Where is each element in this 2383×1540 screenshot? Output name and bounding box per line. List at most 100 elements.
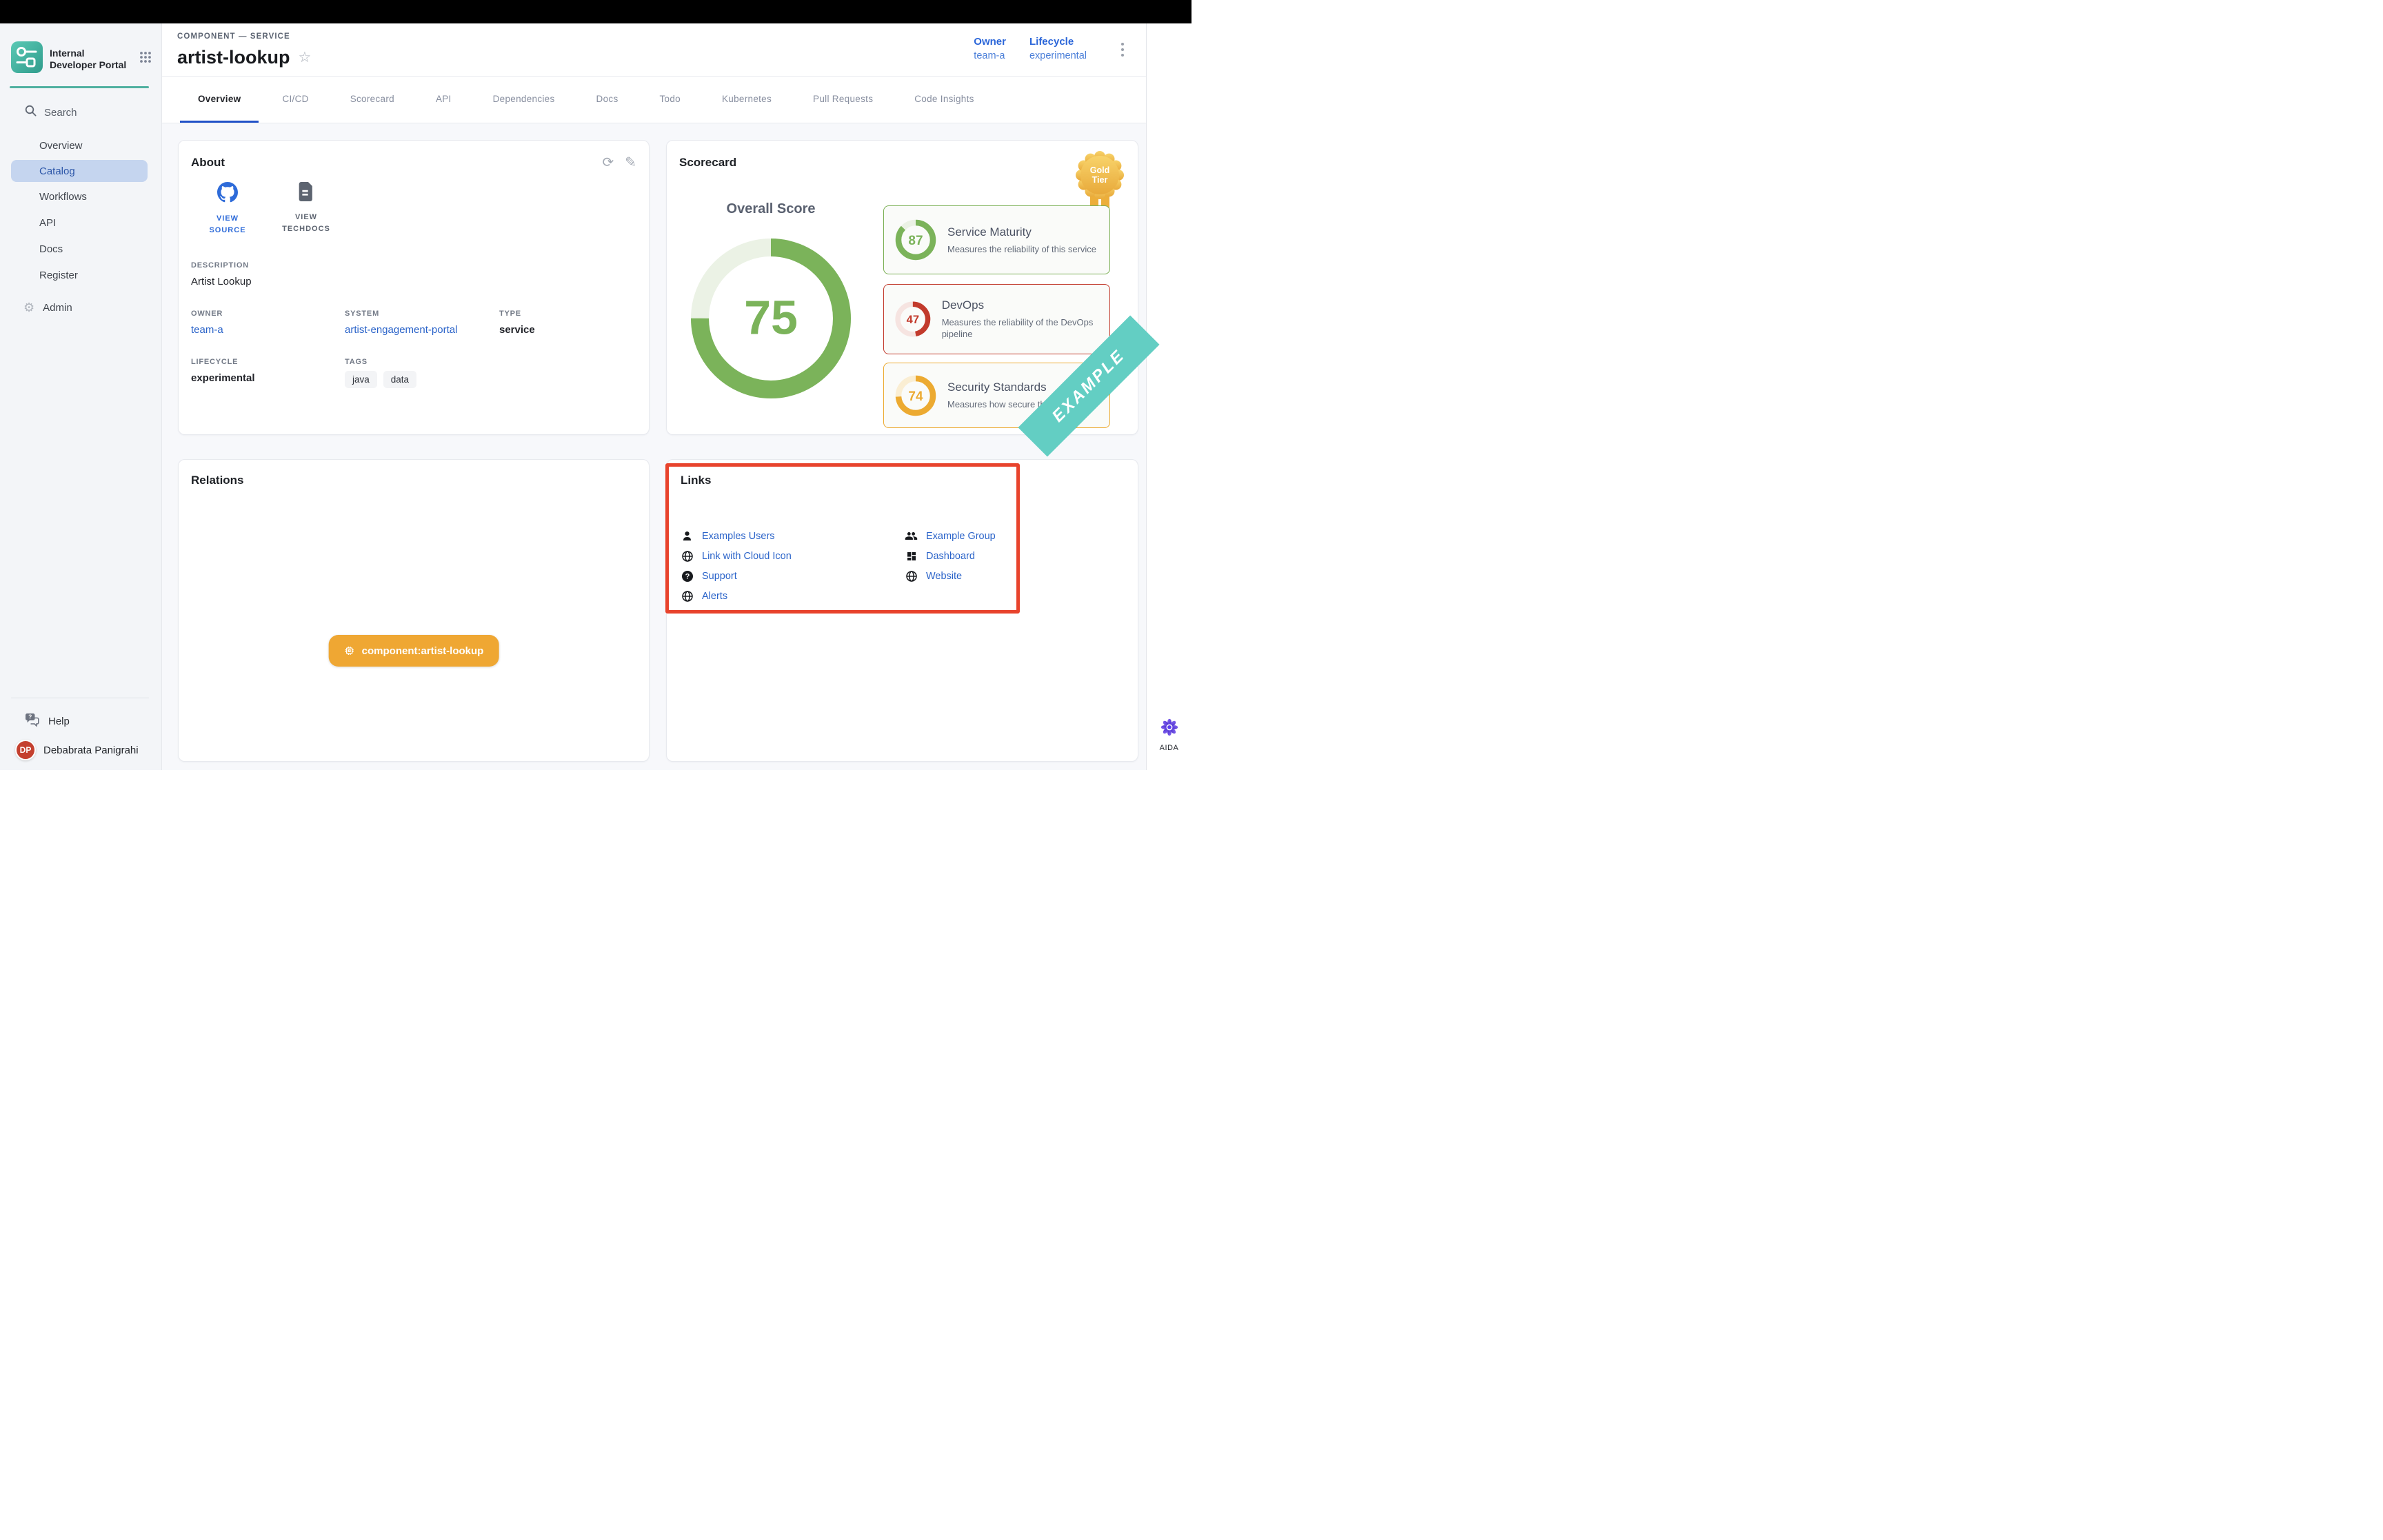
overview-content: About ⟳ ✎ VIEW	[162, 123, 1146, 770]
admin-label: Admin	[43, 302, 72, 314]
metric-donut: 87	[894, 218, 938, 262]
links-column-1: Examples Users Link with Cloud Icon	[681, 526, 905, 606]
sidebar-item-docs[interactable]: Docs	[0, 236, 161, 262]
tab-docs[interactable]: Docs	[579, 77, 636, 123]
document-icon	[298, 192, 314, 204]
owner-value[interactable]: team-a	[974, 50, 1006, 61]
sidebar-item-overview[interactable]: Overview	[0, 132, 161, 159]
about-title: About	[191, 156, 225, 170]
svg-text:Gold: Gold	[1090, 165, 1109, 175]
owner-label: Owner	[974, 36, 1006, 48]
help-chat-icon: ?	[25, 713, 40, 730]
help-circle-icon: ?	[681, 570, 694, 582]
search-icon	[25, 105, 37, 120]
sidebar: Internal Developer Portal Search Overvie…	[0, 23, 162, 770]
window-top-bar	[0, 0, 1192, 23]
edit-pencil-icon[interactable]: ✎	[625, 156, 636, 170]
breadcrumb: COMPONENT — SERVICE	[177, 32, 290, 41]
sidebar-item-api[interactable]: API	[0, 210, 161, 236]
overall-score-gauge: 75	[688, 236, 854, 405]
tab-kubernetes[interactable]: Kubernetes	[704, 77, 790, 123]
metric-donut: 47	[894, 297, 932, 341]
tab-overview[interactable]: Overview	[180, 77, 259, 123]
tags-field: TAGS java data	[345, 358, 499, 388]
owner-link[interactable]: team-a	[191, 324, 345, 336]
tab-scorecard[interactable]: Scorecard	[332, 77, 412, 123]
globe-icon	[905, 570, 918, 582]
tag-chip[interactable]: java	[345, 371, 377, 388]
svg-text:87: 87	[908, 234, 923, 248]
link-support[interactable]: ? Support	[681, 566, 905, 586]
tab-code-insights[interactable]: Code Insights	[896, 77, 992, 123]
sidebar-item-label: API	[39, 217, 56, 229]
view-techdocs-link[interactable]: VIEW TECHDOCS	[276, 182, 336, 236]
description-value: Artist Lookup	[191, 276, 636, 287]
sidebar-accent-divider	[10, 86, 149, 88]
sidebar-item-workflows[interactable]: Workflows	[0, 183, 161, 210]
relations-card: Relations component:artist-lookup	[178, 459, 650, 762]
system-link[interactable]: artist-engagement-portal	[345, 324, 499, 336]
overall-score-value: 75	[744, 290, 798, 344]
tab-cicd[interactable]: CI/CD	[264, 77, 326, 123]
page-title: artist-lookup	[177, 47, 290, 68]
overall-score-label: Overall Score	[667, 201, 875, 217]
relations-entity-chip[interactable]: component:artist-lookup	[329, 635, 499, 667]
svg-text:?: ?	[685, 572, 690, 580]
link-alerts[interactable]: Alerts	[681, 586, 905, 606]
tab-todo[interactable]: Todo	[642, 77, 698, 123]
tab-api[interactable]: API	[418, 77, 470, 123]
sidebar-item-catalog[interactable]: Catalog	[11, 160, 148, 182]
sidebar-search[interactable]: Search	[25, 105, 161, 120]
user-menu[interactable]: DP Debabrata Panigrahi	[15, 740, 139, 760]
entity-header: COMPONENT — SERVICE artist-lookup ☆ Owne…	[162, 23, 1146, 77]
aida-widget[interactable]: AIDA	[1147, 718, 1192, 752]
description-label: DESCRIPTION	[191, 261, 636, 270]
favorite-star-icon[interactable]: ☆	[299, 49, 312, 66]
aida-label: AIDA	[1147, 744, 1192, 752]
tag-chip[interactable]: data	[383, 371, 416, 388]
link-website[interactable]: Website	[905, 566, 1138, 586]
scorecard-title: Scorecard	[679, 156, 736, 169]
svg-text:74: 74	[908, 389, 923, 404]
metric-devops[interactable]: 47 DevOps Measures the reliability of th…	[883, 284, 1110, 354]
sidebar-item-register[interactable]: Register	[0, 262, 161, 288]
sidebar-item-label: Register	[39, 270, 78, 281]
relations-title: Relations	[191, 474, 244, 487]
globe-icon	[681, 550, 694, 563]
apps-grid-icon[interactable]	[139, 51, 152, 67]
link-with-cloud-icon[interactable]: Link with Cloud Icon	[681, 546, 905, 566]
link-example-group[interactable]: Example Group	[905, 526, 1138, 546]
gear-icon: ⚙	[23, 301, 34, 315]
lifecycle-meta: Lifecycle experimental	[1029, 36, 1087, 61]
view-source-link[interactable]: VIEW SOURCE	[198, 182, 257, 236]
link-examples-users[interactable]: Examples Users	[681, 526, 905, 546]
lifecycle-value: experimental	[1029, 50, 1087, 61]
dashboard-icon	[905, 551, 918, 562]
links-card: Links Examples Users	[666, 459, 1138, 762]
group-icon	[905, 529, 918, 543]
github-icon	[217, 194, 238, 205]
tab-dependencies[interactable]: Dependencies	[475, 77, 573, 123]
sidebar-item-admin[interactable]: ⚙ Admin	[23, 301, 161, 315]
owner-meta[interactable]: Owner team-a	[974, 36, 1006, 61]
metric-service-maturity[interactable]: 87 Service Maturity Measures the reliabi…	[883, 205, 1110, 274]
refresh-icon[interactable]: ⟳	[602, 156, 614, 170]
globe-icon	[681, 590, 694, 602]
user-icon	[681, 530, 694, 542]
sidebar-nav: Overview Catalog Workflows API Docs Regi…	[0, 132, 161, 288]
user-name: Debabrata Panigrahi	[43, 744, 139, 756]
owner-field: OWNER team-a	[191, 310, 345, 336]
link-dashboard[interactable]: Dashboard	[905, 546, 1138, 566]
right-panel: AIDA	[1146, 23, 1192, 770]
system-field: SYSTEM artist-engagement-portal	[345, 310, 499, 336]
search-label: Search	[44, 107, 77, 119]
sidebar-item-help[interactable]: ? Help	[25, 713, 70, 730]
links-title: Links	[681, 474, 711, 487]
sidebar-item-label: Workflows	[39, 191, 87, 203]
more-options-icon[interactable]	[1118, 40, 1127, 59]
svg-text:?: ?	[28, 713, 32, 720]
metric-donut: 74	[894, 374, 938, 418]
tab-pull-requests[interactable]: Pull Requests	[795, 77, 891, 123]
sidebar-item-label: Overview	[39, 140, 83, 152]
entity-tabs: Overview CI/CD Scorecard API Dependencie…	[162, 77, 1146, 123]
